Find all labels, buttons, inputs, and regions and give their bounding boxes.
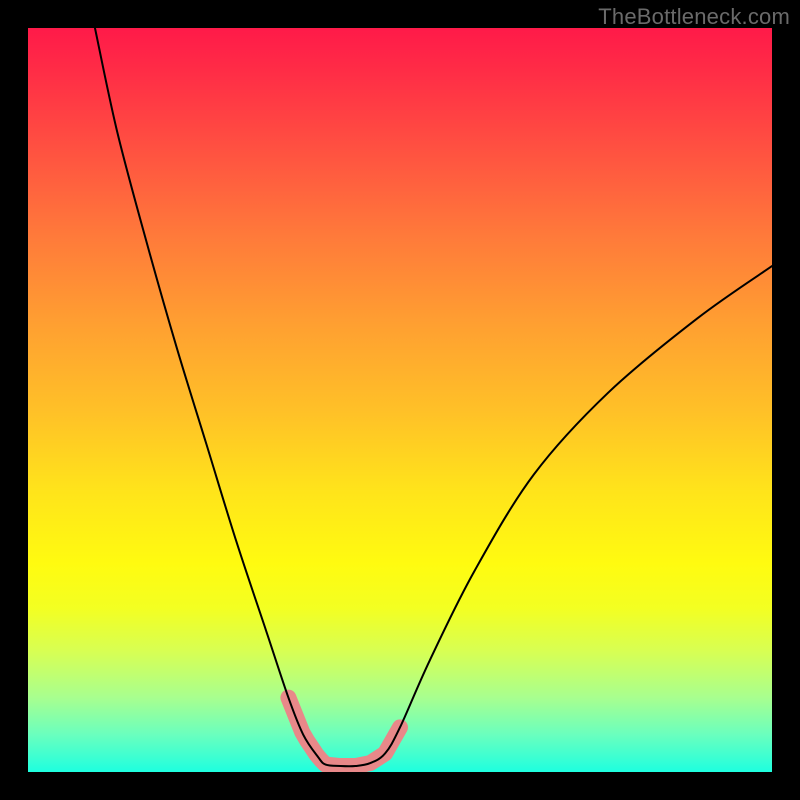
chart-container: TheBottleneck.com [0,0,800,800]
watermark-text: TheBottleneck.com [598,4,790,30]
main-curve [95,28,772,766]
plot-area [28,28,772,772]
curve-svg [28,28,772,772]
